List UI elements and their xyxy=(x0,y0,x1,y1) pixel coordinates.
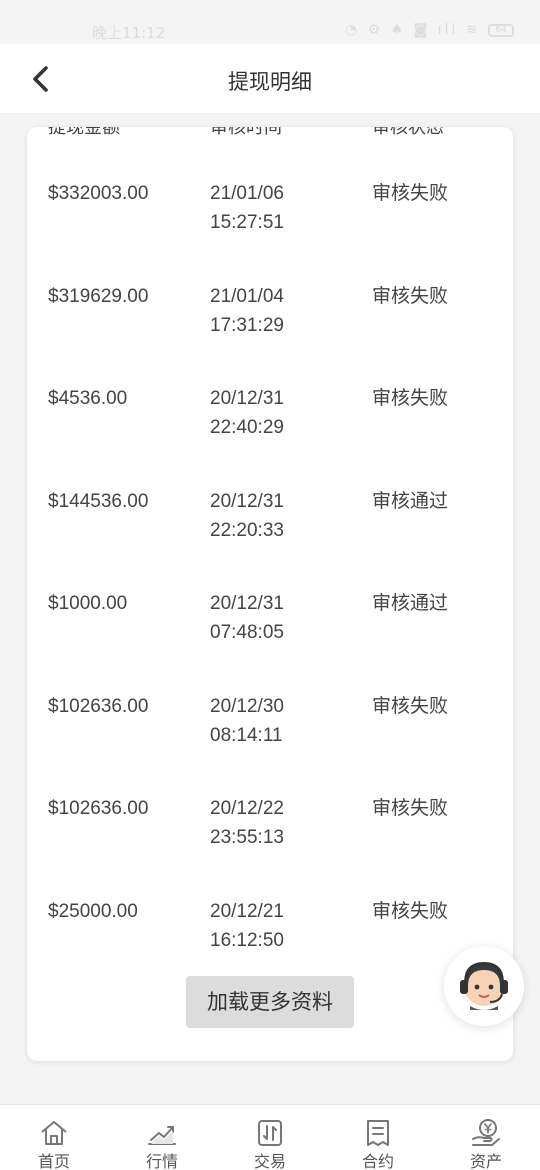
row-status: 审核失败 xyxy=(372,899,449,922)
trade-icon xyxy=(258,1120,282,1146)
nav-item-contract[interactable]: 合约 xyxy=(324,1105,432,1170)
row-amount: $102636.00 xyxy=(48,798,149,819)
row-date: 20/12/22 xyxy=(210,798,284,819)
chart-icon xyxy=(148,1126,176,1145)
status-icons: ◔ ⚙ ♠ ◙ ıll ≋ 64 xyxy=(345,22,514,38)
signal-icon: ◔ ⚙ ♠ ◙ ıll ≋ xyxy=(344,22,481,38)
row-date: 20/12/21 xyxy=(210,900,284,922)
row-status: 审核失败 xyxy=(372,694,449,717)
customer-service-avatar-icon xyxy=(460,962,508,1010)
table-row: $102636.00 20/12/30 08:14:11 审核失败 xyxy=(27,692,513,795)
customer-service-button[interactable] xyxy=(444,946,524,1026)
row-date: 20/12/31 xyxy=(210,593,284,614)
row-time: 20/12/31 22:20:33 xyxy=(210,487,284,545)
row-amount: $4536.00 xyxy=(48,388,128,409)
bottom-nav: 首页 行情 交易 合约 资产 xyxy=(0,1104,540,1170)
battery-icon: 64 xyxy=(488,23,514,37)
row-time: 20/12/21 16:12:50 xyxy=(210,897,284,955)
row-status: 审核失败 xyxy=(372,182,449,204)
row-amount: $1000.00 xyxy=(48,593,128,614)
row-date: 20/12/31 xyxy=(210,490,284,512)
table-header: 提现金额 审核时间 审核状态 xyxy=(27,127,513,138)
row-clock: 08:14:11 xyxy=(210,724,283,746)
nav-label-home: 首页 xyxy=(37,1152,70,1170)
page-title: 提现明细 xyxy=(228,70,312,94)
column-header-time: 审核时间 xyxy=(210,127,282,138)
withdrawal-card: 提现金额 审核时间 审核状态 $332003.00 21/01/06 15:27:5… xyxy=(27,127,513,1061)
row-date: 20/12/31 xyxy=(210,388,284,409)
load-more-button[interactable]: 加载更多资料 xyxy=(186,976,354,1028)
column-header-amount: 提现金额 xyxy=(48,127,120,138)
status-bar: 晚上11:12 ◔ ⚙ ♠ ◙ ıll ≋ 64 xyxy=(0,0,540,44)
table-row: $4536.00 20/12/31 22:40:29 审核失败 xyxy=(27,384,513,487)
status-time: 晚上11:12 xyxy=(92,24,166,42)
row-time: 20/12/31 07:48:05 xyxy=(210,589,284,647)
row-amount: $319629.00 xyxy=(48,285,149,307)
row-date: 21/01/06 xyxy=(210,183,284,204)
home-icon xyxy=(41,1121,67,1145)
row-status: 审核失败 xyxy=(372,387,449,409)
table-row: $102636.00 20/12/22 23:55:13 审核失败 xyxy=(27,794,513,897)
row-time: 20/12/30 08:14:11 xyxy=(210,692,284,750)
page-header: 提现明细 xyxy=(0,44,540,114)
nav-item-trade[interactable]: 交易 xyxy=(216,1105,324,1170)
row-clock: 22:20:33 xyxy=(210,519,284,541)
nav-label-assets: 资产 xyxy=(469,1152,502,1170)
row-clock: 23:55:13 xyxy=(210,827,284,848)
row-status: 审核失败 xyxy=(372,797,449,819)
row-clock: 16:12:50 xyxy=(210,929,284,951)
row-status: 审核失败 xyxy=(372,284,449,307)
row-clock: 22:40:29 xyxy=(210,417,284,438)
nav-label-market: 行情 xyxy=(145,1152,178,1170)
table-row: $319629.00 21/01/04 17:31:29 审核失败 xyxy=(27,282,513,385)
row-date: 21/01/04 xyxy=(210,285,284,307)
nav-item-market[interactable]: 行情 xyxy=(108,1105,216,1170)
row-time: 21/01/06 15:27:51 xyxy=(210,179,284,237)
row-amount: $332003.00 xyxy=(48,183,149,204)
row-amount: $102636.00 xyxy=(48,695,149,717)
table-row: $1000.00 20/12/31 07:48:05 审核通过 xyxy=(27,589,513,692)
nav-label-trade: 交易 xyxy=(253,1152,286,1170)
row-clock: 07:48:05 xyxy=(210,622,284,643)
table-row: $332003.00 21/01/06 15:27:51 审核失败 xyxy=(27,179,513,282)
row-status: 审核通过 xyxy=(372,489,449,512)
row-clock: 17:31:29 xyxy=(210,314,284,336)
column-header-status: 审核状态 xyxy=(372,127,444,138)
row-status: 审核通过 xyxy=(372,592,449,614)
nav-item-home[interactable]: 首页 xyxy=(0,1105,108,1170)
nav-item-assets[interactable]: 资产 xyxy=(432,1105,540,1170)
table-row: $144536.00 20/12/31 22:20:33 审核通过 xyxy=(27,487,513,590)
table-body: $332003.00 21/01/06 15:27:51 审核失败 $319629.00… xyxy=(27,179,513,999)
contract-icon xyxy=(367,1120,389,1146)
row-clock: 15:27:51 xyxy=(210,212,284,233)
row-time: 20/12/22 23:55:13 xyxy=(210,794,284,852)
nav-label-contract: 合约 xyxy=(361,1152,394,1170)
assets-icon xyxy=(472,1119,500,1146)
row-time: 21/01/04 17:31:29 xyxy=(210,282,284,340)
row-amount: $144536.00 xyxy=(48,490,149,512)
row-time: 20/12/31 22:40:29 xyxy=(210,384,284,442)
row-date: 20/12/30 xyxy=(210,695,284,717)
row-amount: $25000.00 xyxy=(48,900,138,922)
